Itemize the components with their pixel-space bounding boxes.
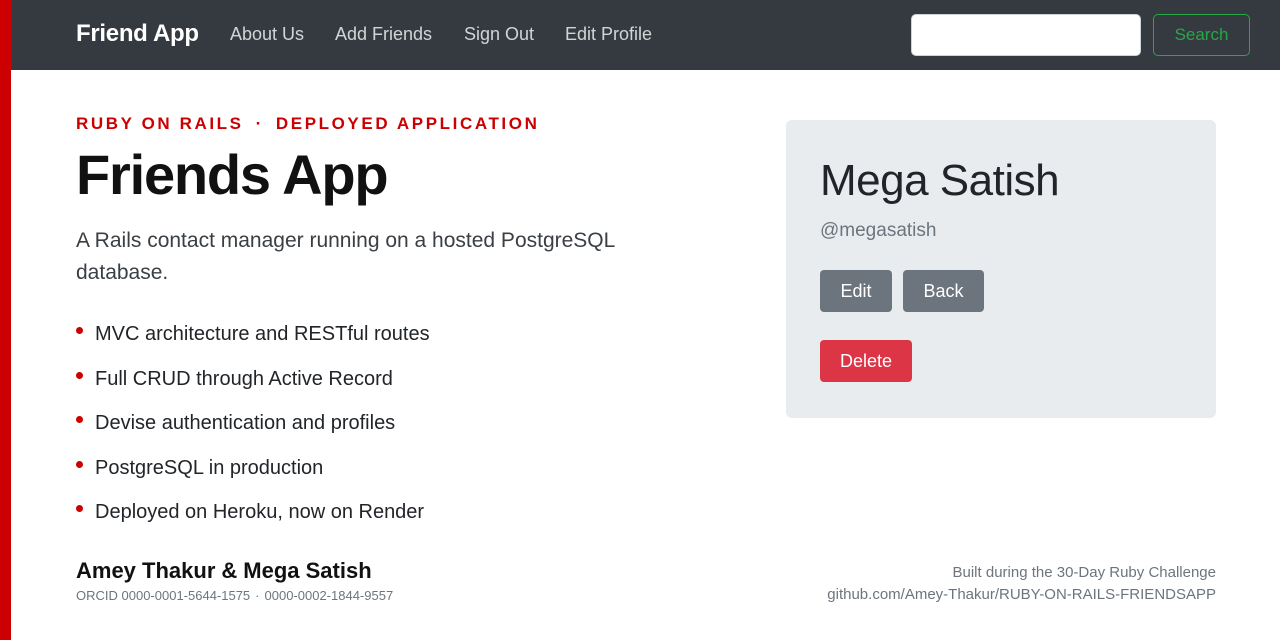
nav-link-add-friends[interactable]: Add Friends	[335, 24, 432, 45]
feature-text: PostgreSQL in production	[95, 456, 324, 479]
footer-credits: Built during the 30-Day Ruby Challenge g…	[827, 562, 1216, 606]
eyebrow-status: DEPLOYED APPLICATION	[275, 114, 540, 133]
accent-stripe	[0, 0, 11, 640]
feature-text: MVC architecture and RESTful routes	[95, 323, 430, 345]
bullet-icon	[76, 416, 83, 423]
nav-link-edit-profile[interactable]: Edit Profile	[565, 24, 652, 45]
author-second: Mega Satish	[243, 558, 372, 583]
author-names: Amey Thakur & Mega Satish	[76, 558, 372, 584]
edit-button[interactable]: Edit	[820, 270, 892, 312]
back-button[interactable]: Back	[903, 270, 984, 312]
eyebrow-tagline: RUBY ON RAILS · DEPLOYED APPLICATION	[76, 114, 539, 134]
feature-item: Full CRUD through Active Record	[76, 365, 430, 410]
brand-link[interactable]: Friend App	[76, 20, 199, 48]
feature-list: MVC architecture and RESTful routes Full…	[76, 320, 430, 543]
orcid-separator: ·	[255, 588, 260, 603]
search-button[interactable]: Search	[1153, 14, 1250, 56]
footer-repo-link[interactable]: github.com/Amey-Thakur/RUBY-ON-RAILS-FRI…	[827, 584, 1216, 606]
page-description: A Rails contact manager running on a hos…	[76, 229, 615, 284]
profile-name: Mega Satish	[820, 156, 1060, 205]
nav-link-sign-out[interactable]: Sign Out	[464, 24, 534, 45]
orcid-first: ORCID 0000-0001-5644-1575	[76, 588, 251, 603]
bullet-icon	[76, 327, 83, 334]
orcid-line: ORCID 0000-0001-5644-1575 · 0000-0002-1844…	[76, 588, 393, 603]
footer-challenge-text: Built during the 30-Day Ruby Challenge	[952, 564, 1217, 581]
profile-handle: @megasatish	[820, 220, 937, 241]
feature-text: Deployed on Heroku, now on Render	[95, 501, 425, 523]
page-title: Friends App	[76, 143, 389, 206]
feature-text: Devise authentication and profiles	[95, 412, 396, 434]
eyebrow-framework: RUBY ON RAILS	[76, 114, 244, 133]
search-input[interactable]	[911, 14, 1141, 56]
navbar: Friend App About Us Add Friends Sign Out…	[11, 0, 1280, 70]
feature-item: Devise authentication and profiles	[76, 409, 430, 454]
profile-card: Mega Satish @megasatish Edit Back Delete	[786, 120, 1216, 418]
nav-link-about-us[interactable]: About Us	[230, 24, 304, 45]
delete-button[interactable]: Delete	[820, 340, 912, 382]
bullet-icon	[76, 460, 83, 468]
eyebrow-separator: ·	[255, 114, 264, 133]
feature-item: MVC architecture and RESTful routes	[76, 320, 430, 365]
feature-item: PostgreSQL in production	[76, 454, 430, 499]
feature-item: Deployed on Heroku, now on Render	[76, 498, 430, 543]
feature-text: Full CRUD through Active Record	[95, 367, 393, 390]
bullet-icon	[76, 371, 83, 379]
orcid-second: 0000-0002-1844-9557	[264, 588, 394, 603]
author-ampersand: &	[221, 558, 238, 583]
bullet-icon	[76, 505, 83, 512]
author-first: Amey Thakur	[76, 558, 216, 583]
